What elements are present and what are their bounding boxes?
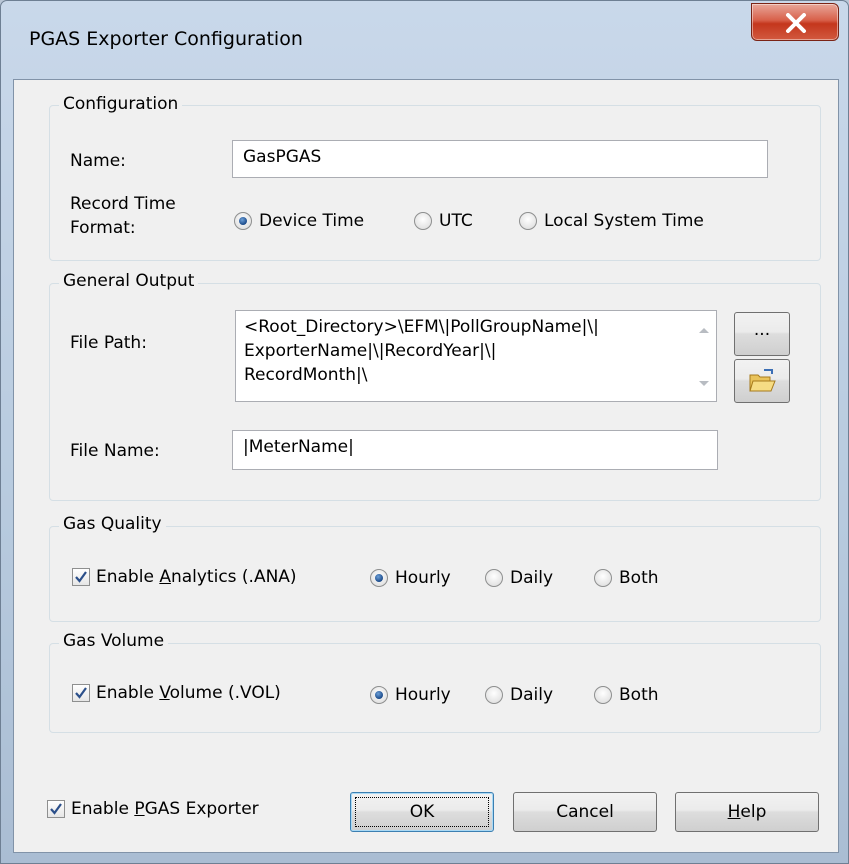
scroll-up-arrow-icon[interactable] [699,328,709,333]
scroll-down-arrow-icon[interactable] [699,381,709,386]
enable-analytics-checkbox[interactable]: Enable Analytics (.ANA) [72,567,297,587]
open-folder-icon [749,369,776,392]
radio-button[interactable] [234,212,252,230]
help-label: Help [727,802,767,822]
browse-dots-label: ... [753,320,771,340]
file-path-line: RecordMonth|\ [244,365,368,385]
enable-pgas-exporter-label: Enable PGAS Exporter [71,799,259,819]
radio-label: Both [619,685,659,705]
radio-label: Hourly [395,568,451,588]
volume-radio-daily[interactable]: Daily [485,685,553,705]
radio-local-system-time[interactable]: Local System Time [519,211,704,231]
checkbox[interactable] [72,684,90,702]
enable-pgas-exporter-checkbox[interactable]: Enable PGAS Exporter [47,799,259,819]
checkbox[interactable] [72,568,90,586]
radio-label: Daily [510,568,554,588]
general-output-group-label: General Output [59,271,199,291]
gas-quality-group-label: Gas Quality [59,514,166,534]
browse-folder-button[interactable] [734,359,790,403]
radio-device-time[interactable]: Device Time [234,211,364,231]
radio-label: Hourly [395,685,451,705]
checkmark-icon [50,803,62,815]
record-time-label-line2: Format: [70,218,136,238]
radio-button[interactable] [370,569,388,587]
ok-button[interactable]: OK [350,792,494,832]
cancel-label: Cancel [556,802,614,822]
dialog-window: PGAS Exporter Configuration Configuratio… [0,0,849,864]
configuration-group [49,105,821,261]
name-input[interactable]: GasPGAS [232,140,768,178]
enable-volume-checkbox[interactable]: Enable Volume (.VOL) [72,683,281,703]
volume-radio-hourly[interactable]: Hourly [370,685,451,705]
window-title: PGAS Exporter Configuration [29,28,303,50]
file-path-label: File Path: [70,333,147,353]
radio-button[interactable] [485,569,503,587]
file-path-line: ExporterName|\|RecordYear|\| [244,341,497,361]
close-button[interactable] [751,3,839,41]
radio-button[interactable] [485,686,503,704]
configuration-group-label: Configuration [59,94,183,114]
quality-radio-hourly[interactable]: Hourly [370,568,451,588]
checkbox[interactable] [47,800,65,818]
focus-ring [355,797,489,827]
radio-label: Daily [510,685,554,705]
browse-dots-button[interactable]: ... [734,312,790,356]
record-time-label-line1: Record Time [70,194,176,214]
enable-analytics-label: Enable Analytics (.ANA) [96,567,297,587]
file-name-label: File Name: [70,441,160,461]
radio-button[interactable] [594,569,612,587]
gas-volume-group-label: Gas Volume [59,631,169,651]
checkmark-icon [75,687,87,699]
file-path-input[interactable]: <Root_Directory>\EFM\|PollGroupName|\| E… [235,310,717,402]
file-path-line: <Root_Directory>\EFM\|PollGroupName|\| [244,317,599,337]
name-label: Name: [70,151,126,171]
radio-button[interactable] [519,212,537,230]
radio-button[interactable] [414,212,432,230]
volume-radio-both[interactable]: Both [594,685,659,705]
radio-utc[interactable]: UTC [414,211,473,231]
dialog-client-area: Configuration Name: GasPGAS Record Time … [13,79,839,853]
title-bar[interactable]: PGAS Exporter Configuration [1,1,848,79]
quality-radio-daily[interactable]: Daily [485,568,553,588]
radio-label: Local System Time [544,211,704,231]
radio-label: Device Time [259,211,365,231]
file-name-input[interactable]: |MeterName| [232,430,718,470]
help-button[interactable]: Help [675,792,819,832]
cancel-button[interactable]: Cancel [513,792,657,832]
close-icon [786,13,806,33]
checkmark-icon [75,571,87,583]
radio-label: Both [619,568,659,588]
radio-label: UTC [439,211,473,231]
radio-button[interactable] [370,686,388,704]
enable-volume-label: Enable Volume (.VOL) [96,683,281,703]
quality-radio-both[interactable]: Both [594,568,659,588]
file-path-scrollbar[interactable] [695,312,715,400]
radio-button[interactable] [594,686,612,704]
